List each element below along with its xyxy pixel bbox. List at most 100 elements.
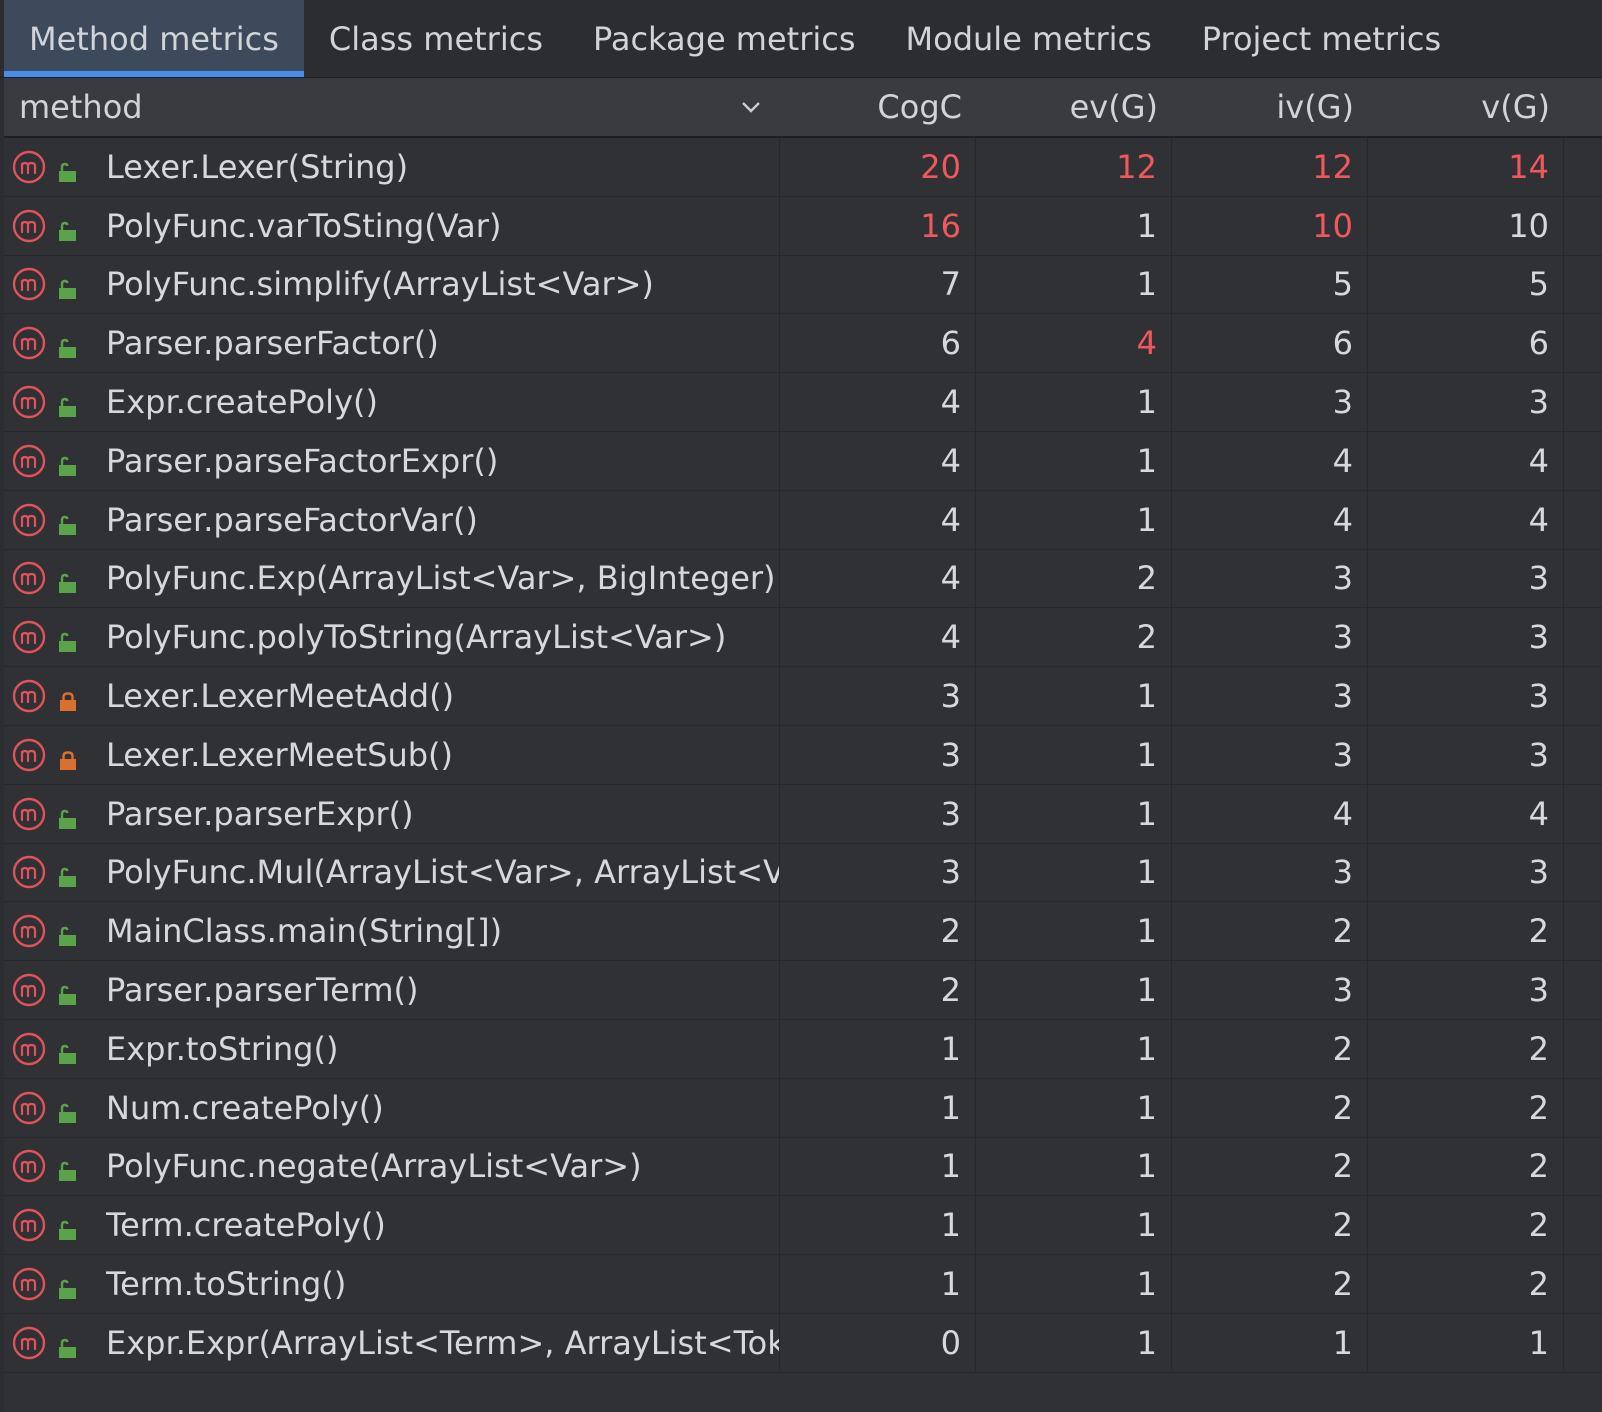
method-cell: PolyFunc.Mul(ArrayList<Var>, ArrayList<V…	[4, 843, 780, 902]
chevron-down-icon[interactable]	[740, 96, 762, 118]
evg-value: 2	[976, 549, 1172, 608]
method-icon	[12, 1208, 46, 1242]
vg-value: 2	[1368, 1137, 1564, 1196]
table-row[interactable]: Parser.parseFactorVar() 4 1 4 4	[4, 490, 1602, 550]
tab-package-metrics[interactable]: Package metrics	[568, 0, 881, 77]
cogc-value: 2	[780, 961, 976, 1019]
method-icon	[12, 620, 46, 654]
table-row[interactable]: Term.toString() 1 1 2 2	[4, 1255, 1602, 1314]
table-row[interactable]: Parser.parserFactor() 6 4 6 6	[4, 314, 1602, 374]
public-unlock-icon	[56, 1096, 80, 1123]
method-name: Lexer.LexerMeetSub()	[106, 735, 454, 774]
tab-class-metrics[interactable]: Class metrics	[304, 0, 568, 77]
tab-module-metrics[interactable]: Module metrics	[881, 0, 1177, 77]
column-header-ivg[interactable]: iv(G)	[1172, 78, 1368, 136]
method-name: Num.createPoly()	[106, 1088, 384, 1127]
cogc-value: 1	[780, 1196, 976, 1255]
table-row[interactable]: PolyFunc.simplify(ArrayList<Var>) 7 1 5 5	[4, 255, 1602, 315]
cogc-value: 0	[780, 1313, 976, 1372]
table-row[interactable]: PolyFunc.Mul(ArrayList<Var>, ArrayList<V…	[4, 843, 1602, 903]
method-name: Parser.parserTerm()	[106, 971, 419, 1010]
table-row[interactable]: PolyFunc.polyToString(ArrayList<Var>) 4 2 3…	[4, 608, 1602, 668]
table-row[interactable]: Expr.createPoly() 4 1 3 3	[4, 373, 1602, 432]
vg-value: 3	[1368, 961, 1564, 1019]
table-row[interactable]: Parser.parserTerm() 2 1 3 3	[4, 961, 1602, 1020]
column-header-method[interactable]: method	[4, 78, 780, 136]
table-row[interactable]: PolyFunc.varToSting(Var) 16 1 10 10	[4, 196, 1602, 256]
method-icon	[12, 855, 46, 889]
ivg-value: 2	[1172, 1019, 1368, 1078]
cogc-value: 4	[780, 431, 976, 490]
method-cell: Expr.createPoly()	[4, 373, 780, 431]
cogc-value: 16	[780, 196, 976, 255]
column-header-label: method	[19, 88, 143, 126]
evg-value: 1	[976, 255, 1172, 314]
method-name: Term.toString()	[106, 1265, 347, 1304]
method-cell: PolyFunc.negate(ArrayList<Var>)	[4, 1137, 780, 1196]
method-icon	[12, 561, 46, 595]
method-cell: Parser.parseFactorExpr()	[4, 431, 780, 490]
table-row[interactable]: Lexer.LexerMeetAdd() 3 1 3 3	[4, 667, 1602, 726]
column-header-label: iv(G)	[1276, 88, 1354, 126]
table-row[interactable]: PolyFunc.Exp(ArrayList<Var>, BigInteger)…	[4, 549, 1602, 609]
method-name: Expr.createPoly()	[106, 383, 378, 422]
table-row[interactable]: Lexer.Lexer(String) 20 12 12 14	[4, 138, 1602, 197]
table-row[interactable]: Parser.parserExpr() 3 1 4 4	[4, 784, 1602, 844]
tab-project-metrics[interactable]: Project metrics	[1177, 0, 1466, 77]
table-row[interactable]: Num.createPoly() 1 1 2 2	[4, 1078, 1602, 1138]
tab-method-metrics[interactable]: Method metrics	[4, 0, 304, 77]
method-name: PolyFunc.Exp(ArrayList<Var>, BigInteger)	[106, 559, 776, 598]
column-header-cogc[interactable]: CogC	[780, 78, 976, 136]
method-icon	[12, 738, 46, 772]
vg-value: 3	[1368, 667, 1564, 725]
method-icon	[12, 1149, 46, 1183]
table-row[interactable]: Parser.parseFactorExpr() 4 1 4 4	[4, 431, 1602, 491]
table-row[interactable]: Term.createPoly() 1 1 2 2	[4, 1196, 1602, 1256]
method-icon	[12, 326, 46, 360]
cogc-value: 4	[780, 373, 976, 431]
vg-value: 3	[1368, 725, 1564, 784]
public-unlock-icon	[56, 1154, 80, 1182]
evg-value: 1	[976, 725, 1172, 784]
public-unlock-icon	[56, 508, 80, 535]
public-unlock-icon	[56, 919, 80, 947]
vg-value: 3	[1368, 549, 1564, 608]
evg-value: 1	[976, 961, 1172, 1019]
public-unlock-icon	[56, 1272, 80, 1300]
ivg-value: 3	[1172, 549, 1368, 608]
cogc-value: 4	[780, 549, 976, 608]
public-unlock-icon	[56, 155, 80, 182]
ivg-value: 3	[1172, 373, 1368, 431]
table-row[interactable]: PolyFunc.negate(ArrayList<Var>) 1 1 2 2	[4, 1137, 1602, 1197]
method-name: PolyFunc.polyToString(ArrayList<Var>)	[106, 618, 727, 657]
method-cell: Lexer.Lexer(String)	[4, 138, 780, 196]
public-unlock-icon	[56, 1037, 80, 1064]
public-unlock-icon	[56, 802, 80, 829]
vg-value: 4	[1368, 431, 1564, 490]
evg-value: 2	[976, 608, 1172, 667]
cogc-value: 3	[780, 784, 976, 843]
method-cell: Parser.parseFactorVar()	[4, 490, 780, 549]
table-header: method CogC ev(G) iv(G) v(G)	[4, 78, 1602, 138]
evg-value: 1	[976, 196, 1172, 255]
vg-value: 6	[1368, 314, 1564, 373]
column-header-vg[interactable]: v(G)	[1368, 78, 1564, 136]
public-unlock-icon	[56, 214, 80, 241]
method-icon	[12, 444, 46, 478]
method-cell: Term.toString()	[4, 1255, 780, 1313]
table-row[interactable]: Expr.Expr(ArrayList<Term>, ArrayList<Tok…	[4, 1313, 1602, 1373]
vg-value: 2	[1368, 902, 1564, 961]
tab-label: Package metrics	[592, 19, 856, 58]
table-row[interactable]: Expr.toString() 1 1 2 2	[4, 1019, 1602, 1079]
ivg-value: 3	[1172, 608, 1368, 667]
method-icon	[12, 1091, 46, 1125]
table-row[interactable]: Lexer.LexerMeetSub() 3 1 3 3	[4, 725, 1602, 785]
ivg-value: 6	[1172, 314, 1368, 373]
table-row[interactable]: MainClass.main(String[]) 2 1 2 2	[4, 902, 1602, 962]
column-header-evg[interactable]: ev(G)	[976, 78, 1172, 136]
evg-value: 1	[976, 373, 1172, 431]
ivg-value: 1	[1172, 1313, 1368, 1372]
method-icon	[12, 150, 46, 184]
cogc-value: 7	[780, 255, 976, 314]
evg-value: 1	[976, 667, 1172, 725]
